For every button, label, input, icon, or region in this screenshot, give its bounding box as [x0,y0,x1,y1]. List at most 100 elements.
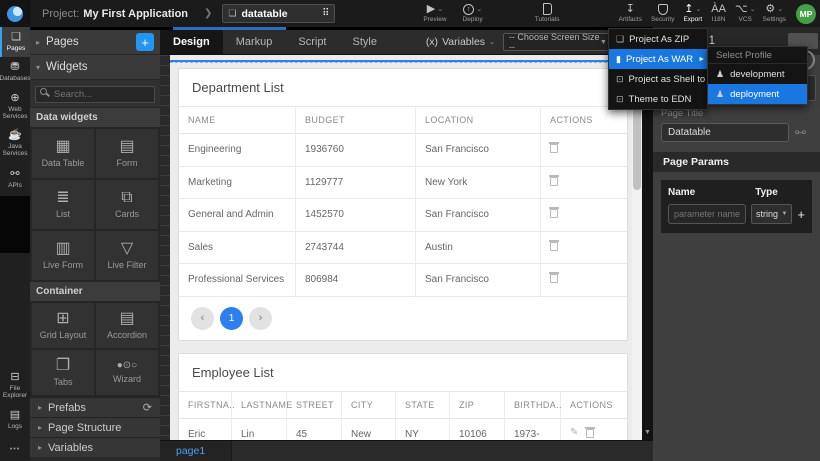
column-header[interactable]: STREET [287,392,342,419]
app-logo[interactable] [0,0,30,27]
column-header[interactable]: FIRSTNA.. [179,392,232,419]
column-header[interactable]: BIRTHDA.. [505,392,561,419]
widget-accordion[interactable]: ▤Accordion [96,303,158,348]
submenu-item-development[interactable]: ♟ development [708,64,807,84]
container-group-label: Container [30,282,160,301]
cell: Eric [179,419,232,441]
cell: NY [396,419,450,441]
deploy-button[interactable]: ↑⌄ Deploy [463,3,483,24]
design-canvas[interactable]: Department List NAME BUDGET LOCATION ACT… [170,55,632,440]
pagination-next-button[interactable]: › [249,307,272,330]
widget-data-table[interactable]: ▦Data Table [32,129,94,178]
menu-item-project-as-war[interactable]: ▮ Project As WAR ► [609,49,707,69]
widget-live-filter[interactable]: ▽Live Filter [96,231,158,280]
widget-grid-layout[interactable]: ⊞Grid Layout [32,303,94,348]
canvas-toolbar: Design Markup Script Style (x) Variables… [160,27,653,55]
delete-row-icon[interactable] [550,209,558,218]
param-type-select[interactable]: string ▼ [751,204,792,224]
column-header[interactable]: ACTIONS [541,107,627,134]
edit-row-icon[interactable]: ✎ [570,428,578,438]
download-icon: ↧ [626,4,635,15]
widget-form[interactable]: ▤Form [96,129,158,178]
security-button[interactable]: Security [651,3,674,24]
prefabs-section-header[interactable]: ▸ Prefabs ⟳ [30,397,160,417]
i18n-button[interactable]: ÀA I18N [711,3,726,24]
bind-link-icon[interactable]: ⧟ [795,126,806,139]
menu-item-theme-to-edn[interactable]: ⊡ Theme to EDN [609,89,707,109]
tab-style[interactable]: Style [340,30,390,54]
sidebar-item-apis[interactable]: ⚯ APIs [0,162,30,196]
param-name-input[interactable] [668,204,746,224]
pagination-page-1[interactable]: 1 [220,307,243,330]
column-header[interactable]: CITY [342,392,396,419]
artifacts-button[interactable]: ↧ Artifacts [618,3,641,24]
widgets-section-header[interactable]: ▾ Widgets [30,55,160,80]
widget-list[interactable]: ≣List [32,180,94,229]
widget-search-input[interactable] [35,86,155,103]
cell: Austin [416,232,541,265]
refresh-icon[interactable]: ⟳ [143,401,152,414]
scroll-down-icon[interactable]: ▼ [644,429,651,436]
tab-markup[interactable]: Markup [223,30,286,54]
delete-row-icon[interactable] [550,144,558,153]
sidebar-more-icon[interactable]: ••• [0,437,30,461]
widget-tabs[interactable]: ❐Tabs [32,350,94,395]
delete-row-icon[interactable] [550,242,558,251]
export-button[interactable]: ↥⌄ Export [683,3,702,24]
page-selector[interactable]: ❏ datatable ⠿ [222,4,335,23]
tab-design[interactable]: Design [160,30,223,54]
menu-item-project-as-shell-to-edn[interactable]: ⊡ Project as Shell to EDN [609,69,707,89]
add-param-button[interactable]: + [797,207,805,222]
add-page-button[interactable]: + [136,33,154,51]
submenu-item-deployment[interactable]: ♟ deployment [708,84,807,104]
tutorials-button[interactable]: Tutorials [535,3,560,24]
widget-cards[interactable]: ⧉Cards [96,180,158,229]
pages-section-header[interactable]: ▸ Pages + [30,30,160,55]
column-header[interactable]: LOCATION [416,107,541,134]
employee-list-card[interactable]: Employee List FIRSTNA.. LASTNAME STREET … [178,353,628,441]
sidebar-item-java-services[interactable]: ☕ Java Services [0,125,30,162]
settings-button[interactable]: ⚙⌄ Settings [763,3,787,24]
delete-row-icon[interactable] [550,274,558,283]
sidebar-item-label: APIs [8,182,22,189]
open-page-tab[interactable]: page1 [160,441,232,461]
column-header[interactable]: ACTIONS [561,392,627,419]
widget-live-form[interactable]: ▥Live Form [32,231,94,280]
user-avatar[interactable]: MP [796,4,816,24]
page-structure-section-header[interactable]: ▸ Page Structure [30,417,160,437]
delete-row-icon[interactable] [550,177,558,186]
delete-row-icon[interactable] [586,429,594,438]
cell: 1973-10-21 [505,419,561,441]
live-form-icon: ▥ [55,241,70,257]
pages-section-label: Pages [46,36,79,48]
column-header[interactable]: LASTNAME [232,392,287,419]
sidebar-item-logs[interactable]: ▤ Logs [0,404,30,437]
caret-right-icon: ▸ [38,443,42,452]
column-header[interactable]: ZIP [450,392,505,419]
cell: 806984 [296,264,416,297]
screen-size-select[interactable]: -- Choose Screen Size -- ▼ [503,33,613,51]
menu-item-project-as-zip[interactable]: ❏ Project As ZIP [609,29,707,49]
sidebar-item-databases[interactable]: ⛃ Databases [0,57,30,88]
canvas-scrollbar[interactable] [632,55,642,440]
column-header[interactable]: BUDGET [296,107,416,134]
pagination-prev-button[interactable]: ‹ [191,307,214,330]
profile-submenu: Select Profile ♟ development ♟ deploymen… [707,46,808,105]
select-profile-header: Select Profile [708,47,807,64]
vcs-button[interactable]: ⌥⌄ VCS [735,3,756,24]
column-header[interactable]: STATE [396,392,450,419]
sidebar-item-label: Java Services [0,143,30,157]
sidebar-item-pages[interactable]: ❏ Pages [0,27,30,57]
globe-icon: ⊕ [10,93,19,104]
preview-button[interactable]: ▶⌄ Preview [423,3,446,24]
variables-dropdown[interactable]: (x) Variables ⌄ [426,36,495,48]
tab-script[interactable]: Script [285,30,339,54]
sidebar-item-web-services[interactable]: ⊕ Web Services [0,88,30,125]
page-title-input[interactable] [661,123,789,142]
widget-wizard[interactable]: ●⊙○Wizard [96,350,158,395]
column-header[interactable]: NAME [179,107,296,134]
department-list-card[interactable]: Department List NAME BUDGET LOCATION ACT… [178,68,628,341]
sidebar-item-file-explorer[interactable]: ⊟ File Explorer [0,367,30,404]
variables-section-header[interactable]: ▸ Variables [30,437,160,457]
param-type-value: string [756,209,778,219]
